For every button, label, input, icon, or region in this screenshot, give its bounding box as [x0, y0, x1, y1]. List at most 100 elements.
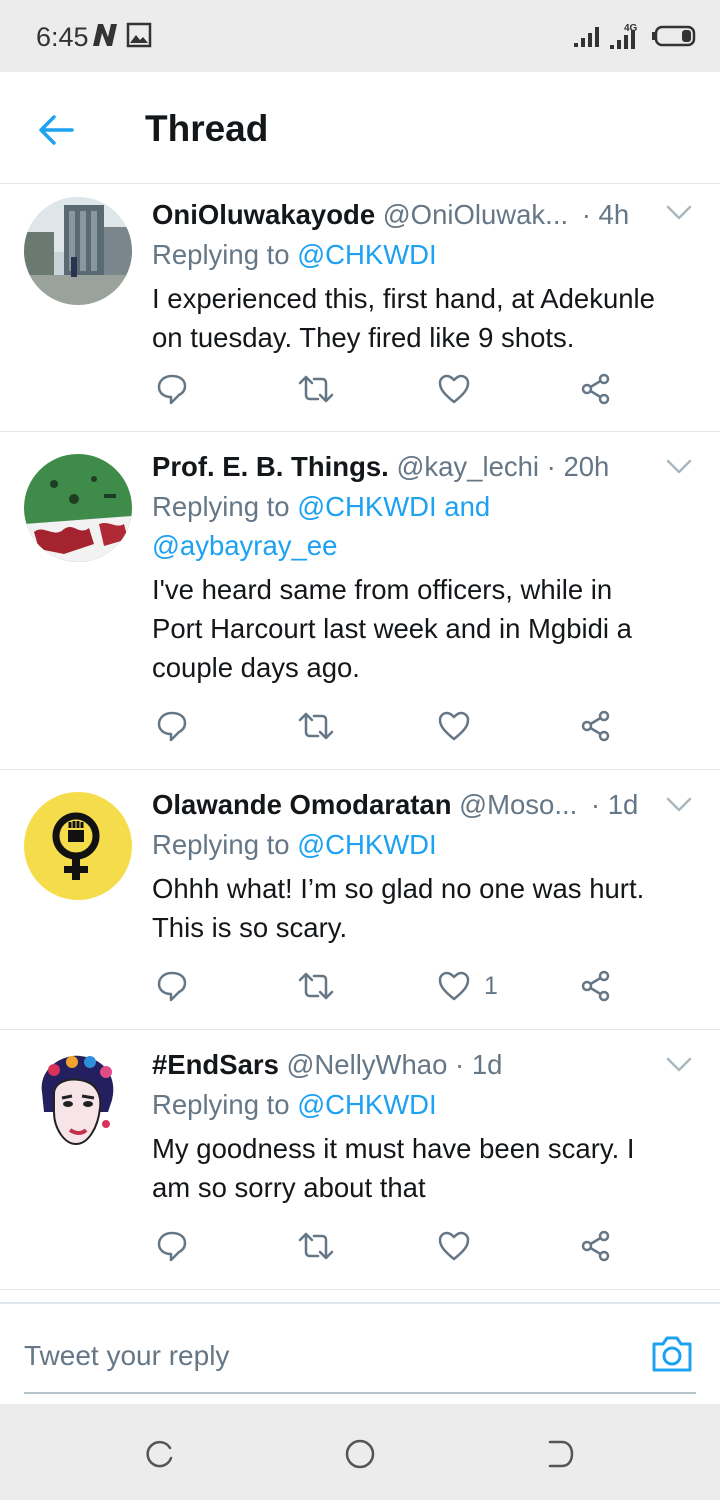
- tweet-text-line: couple days ago.: [152, 652, 360, 683]
- heart-icon: [438, 374, 470, 404]
- avatar[interactable]: [24, 454, 132, 562]
- like-button[interactable]: [438, 708, 484, 744]
- status-bar: 6:45 4G: [0, 0, 720, 72]
- tweet-header: OniOluwakayode @OniOluwak... · 4h: [152, 195, 700, 235]
- tweet-time: · 4h: [581, 199, 630, 230]
- replying-prefix: Replying to: [152, 491, 290, 522]
- tweet-text-line: Ohhh what! I’m so glad no one was hurt.: [152, 873, 645, 904]
- thread-header: Thread: [0, 72, 720, 184]
- share-button[interactable]: [580, 708, 612, 744]
- reply-icon: [157, 711, 187, 742]
- share-icon: [581, 373, 610, 405]
- battery-icon: [652, 25, 696, 47]
- recent-apps-icon[interactable]: [144, 1438, 176, 1470]
- heart-icon: [438, 711, 470, 741]
- retweet-icon: [298, 712, 334, 740]
- like-button[interactable]: [438, 1228, 484, 1264]
- share-button[interactable]: [580, 1228, 612, 1264]
- replying-to-link[interactable]: @aybayray_ee: [152, 530, 337, 561]
- author-handle[interactable]: @NellyWhao: [287, 1049, 448, 1080]
- retweet-button[interactable]: [298, 708, 334, 744]
- tweet-text: My goodness it must have been scary. I a…: [152, 1129, 700, 1207]
- author-name[interactable]: Olawande Omodaratan: [152, 789, 452, 820]
- tweet-text: I experienced this, first hand, at Adeku…: [152, 279, 700, 357]
- tweet-text-line: I've heard same from officers, while in: [152, 574, 613, 605]
- reply-button[interactable]: [156, 371, 188, 407]
- like-button[interactable]: 1: [438, 968, 498, 1004]
- author-name[interactable]: Prof. E. B. Things.: [152, 451, 389, 482]
- reply-icon: [157, 374, 187, 405]
- tweet-time: · 1d: [590, 789, 639, 820]
- replying-to: Replying to @CHKWDI and: [152, 487, 700, 526]
- replying-to: Replying to @CHKWDI: [152, 1085, 700, 1124]
- tweet-time: · 1d: [455, 1049, 503, 1080]
- author-handle[interactable]: @Moso...: [459, 789, 577, 820]
- tweet-reply-input[interactable]: [24, 1334, 624, 1378]
- replying-prefix: Replying to: [152, 1089, 290, 1120]
- replying-to-link[interactable]: @CHKWDI and: [297, 491, 490, 522]
- replying-to-link[interactable]: @CHKWDI: [297, 239, 436, 270]
- reply-button[interactable]: [156, 968, 188, 1004]
- tweet-header: Olawande Omodaratan @Moso... · 1d: [152, 785, 700, 825]
- chevron-down-icon[interactable]: [666, 797, 692, 813]
- avatar[interactable]: [24, 792, 132, 900]
- reply-button[interactable]: [156, 1228, 188, 1264]
- status-time: 6:45: [36, 22, 89, 52]
- tweet-text: I've heard same from officers, while in …: [152, 570, 700, 687]
- share-button[interactable]: [580, 371, 612, 407]
- author-handle[interactable]: @OniOluwak...: [383, 199, 568, 230]
- replying-to: Replying to @CHKWDI: [152, 825, 700, 864]
- author-name[interactable]: #EndSars: [152, 1049, 279, 1080]
- chevron-down-icon[interactable]: [666, 1057, 692, 1073]
- avatar[interactable]: [24, 197, 132, 305]
- camera-icon[interactable]: [650, 1334, 694, 1374]
- tweet-text-line: My goodness it must have been scary. I: [152, 1133, 635, 1164]
- tweet-card[interactable]: Olawande Omodaratan @Moso... · 1d Replyi…: [0, 770, 720, 1030]
- page-title: Thread: [145, 108, 269, 149]
- retweet-button[interactable]: [298, 968, 334, 1004]
- author-handle[interactable]: @kay_lechi: [396, 451, 539, 482]
- replying-prefix: Replying to: [152, 829, 290, 860]
- heart-icon: [438, 971, 470, 1001]
- home-icon[interactable]: [344, 1438, 376, 1470]
- replying-to-link[interactable]: @CHKWDI: [297, 829, 436, 860]
- share-icon: [581, 710, 610, 742]
- signal-icon: [574, 27, 599, 47]
- reply-button[interactable]: [156, 708, 188, 744]
- author-name[interactable]: OniOluwakayode: [152, 199, 375, 230]
- tweet-text-line: Port Harcourt last week and in Mgbidi a: [152, 613, 632, 644]
- tweet-text: Ohhh what! I’m so glad no one was hurt. …: [152, 869, 700, 947]
- retweet-button[interactable]: [298, 1228, 334, 1264]
- replying-to: Replying to @CHKWDI: [152, 235, 700, 274]
- tweet-actions: [152, 708, 622, 748]
- tweet-card[interactable]: OniOluwakayode @OniOluwak... · 4h Replyi…: [0, 185, 720, 432]
- tweet-card[interactable]: #EndSars @NellyWhao · 1d Replying to @CH…: [0, 1030, 720, 1290]
- tweet-actions: [152, 1228, 622, 1268]
- tweet-text-line: am so sorry about that: [152, 1172, 426, 1203]
- retweet-icon: [298, 1232, 334, 1260]
- tweet-text-line: This is so scary.: [152, 912, 348, 943]
- heart-icon: [438, 1231, 470, 1261]
- like-button[interactable]: [438, 371, 484, 407]
- share-button[interactable]: [580, 968, 612, 1004]
- back-icon[interactable]: [544, 1438, 576, 1470]
- share-icon: [581, 970, 610, 1002]
- tweet-text-line: on tuesday. They fired like 9 shots.: [152, 322, 575, 353]
- tweet-actions: [152, 371, 622, 411]
- chevron-down-icon[interactable]: [666, 459, 692, 475]
- chevron-down-icon[interactable]: [666, 205, 692, 221]
- tweet-card[interactable]: Prof. E. B. Things. @kay_lechi · 20h Rep…: [0, 432, 720, 770]
- reply-composer: [0, 1302, 720, 1402]
- retweet-icon: [298, 375, 334, 403]
- signal-4g-icon: 4G: [610, 23, 638, 49]
- share-icon: [581, 1230, 610, 1262]
- tweet-time: · 20h: [546, 451, 610, 482]
- replying-to-link[interactable]: @CHKWDI: [297, 1089, 436, 1120]
- tweet-actions: 1: [152, 968, 622, 1008]
- back-arrow-icon[interactable]: [36, 110, 76, 150]
- tweet-text-line: I experienced this, first hand, at Adeku…: [152, 283, 655, 314]
- retweet-button[interactable]: [298, 371, 334, 407]
- avatar[interactable]: [24, 1052, 132, 1160]
- gallery-icon: [126, 22, 152, 48]
- replying-to-extra: @aybayray_ee: [152, 526, 700, 565]
